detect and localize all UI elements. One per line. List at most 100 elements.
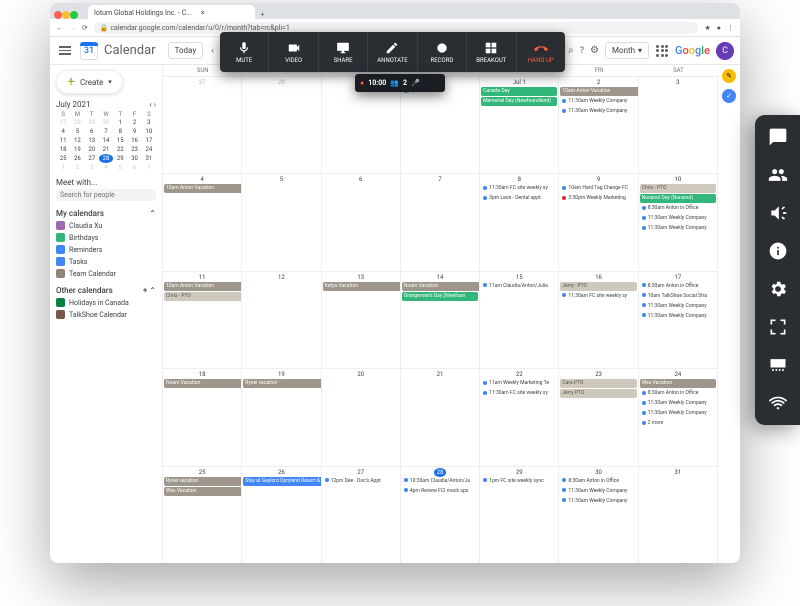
day-cell[interactable]: 410am Anton Vacation — [163, 173, 242, 270]
nav-fwd-icon[interactable]: → — [69, 24, 76, 32]
day-cell[interactable]: 7 — [401, 173, 480, 270]
event[interactable]: 10:30am Claudia/Anton/Ju — [402, 477, 478, 486]
settings-icon[interactable]: ⚙ — [590, 45, 599, 56]
mini-day[interactable]: 27 — [85, 154, 99, 163]
event[interactable]: Rynei vacation — [243, 379, 321, 388]
event[interactable]: Chris - PTO — [164, 292, 242, 301]
day-cell[interactable]: 24Wes Vacation8:30am Anton in Office11:3… — [639, 368, 718, 465]
event[interactable]: 8:30am Anton in Office — [640, 389, 716, 398]
mini-day[interactable]: 17 — [142, 136, 156, 145]
tasks-icon[interactable]: ✓ — [722, 89, 736, 103]
event[interactable]: 11:30am Weekly Company — [640, 214, 716, 223]
announce-icon[interactable] — [768, 203, 788, 223]
event[interactable]: 10am Anton Vacation — [164, 282, 242, 291]
event[interactable]: 11:30am Weekly Company — [640, 224, 716, 233]
hang up-button[interactable]: HANG UP — [517, 32, 565, 72]
event[interactable]: Jerry PTO — [560, 389, 636, 398]
calendar-checkbox[interactable] — [56, 269, 65, 278]
event[interactable]: 11:30am Weekly Company — [640, 302, 716, 311]
browser-tab[interactable]: Iotum Global Holdings Inc. - C... × — [88, 5, 255, 19]
day-cell[interactable]: 13Katya Vacation — [322, 271, 401, 368]
nav-reload-icon[interactable]: ⟳ — [82, 24, 88, 32]
day-cell[interactable]: 18Noam Vacation — [163, 368, 242, 465]
event[interactable]: Nunavut Day (Nunavut) — [640, 194, 716, 203]
day-cell[interactable]: 12 — [242, 271, 321, 368]
mac-max[interactable] — [70, 11, 78, 19]
chat-icon[interactable] — [768, 127, 788, 147]
mini-day[interactable]: 4 — [56, 127, 70, 136]
chevron-up-icon[interactable]: ⌃ — [149, 209, 156, 218]
day-cell[interactable]: 5 — [242, 173, 321, 270]
event[interactable]: 2 more — [640, 419, 716, 428]
create-button[interactable]: + Create ▾ — [56, 70, 123, 94]
event[interactable]: 1pm FC site weekly sync — [481, 477, 557, 486]
mini-day[interactable]: 30 — [99, 118, 113, 127]
view-selector[interactable]: Month ▾ — [605, 42, 649, 59]
event[interactable]: 11am Claudia/Anton/Julia — [481, 282, 557, 291]
event[interactable]: 8:30am Anton in Office — [640, 204, 716, 213]
chevron-up-icon[interactable]: ⌃ — [149, 286, 156, 295]
mini-day[interactable]: 23 — [127, 145, 141, 154]
event[interactable]: Katya Vacation — [323, 282, 401, 291]
video-button[interactable]: VIDEO — [269, 32, 318, 72]
event[interactable]: 4pm Review FCI mock ups — [402, 487, 478, 496]
help-icon[interactable]: ? — [580, 46, 584, 56]
calendar-checkbox[interactable] — [56, 245, 65, 254]
prev-month-icon[interactable]: ‹ — [209, 46, 216, 56]
search-people-input[interactable] — [56, 189, 156, 201]
extension-icon[interactable]: ★ — [704, 24, 710, 32]
tab-close-icon[interactable]: × — [201, 9, 205, 17]
mini-day[interactable]: 29 — [113, 154, 127, 163]
event[interactable]: Stay at Gaylord Opryland Resort & Conven… — [243, 477, 321, 486]
fullscreen-icon[interactable] — [768, 317, 788, 337]
mini-day[interactable]: 24 — [142, 145, 156, 154]
event[interactable]: 3:30pm Weekly Marketing — [560, 194, 636, 203]
day-cell[interactable]: 23Cara PTOJerry PTO — [559, 368, 638, 465]
mini-day[interactable]: 14 — [99, 136, 113, 145]
google-apps-icon[interactable] — [655, 44, 669, 58]
day-cell[interactable]: 3 — [639, 76, 718, 173]
main-menu-icon[interactable] — [56, 42, 74, 60]
mini-day[interactable]: 15 — [113, 136, 127, 145]
event[interactable]: 8:30am Anton in Office — [560, 477, 636, 486]
calendar-item[interactable]: Claudia Xu — [56, 221, 156, 230]
mini-day[interactable]: 1 — [56, 163, 70, 172]
day-cell[interactable]: 10Chris - PTONunavut Day (Nunavut)8:30am… — [639, 173, 718, 270]
day-cell[interactable]: Jul 1Canada DayMemorial Day (Newfoundlan… — [480, 76, 559, 173]
day-cell[interactable]: 308:30am Anton in Office11:30am Weekly C… — [559, 466, 638, 563]
mini-day[interactable]: 13 — [85, 136, 99, 145]
mini-day[interactable]: 7 — [142, 163, 156, 172]
event[interactable]: 10am Anton Vacation — [164, 184, 242, 193]
day-cell[interactable]: 2712pm Dee - Doc's Appt — [322, 466, 401, 563]
settings-icon[interactable] — [768, 279, 788, 299]
mini-day[interactable]: 7 — [99, 127, 113, 136]
event[interactable]: Chris - PTO — [640, 184, 716, 193]
mini-day[interactable]: 16 — [127, 136, 141, 145]
event[interactable]: 10am Anton Vacation — [560, 87, 638, 96]
day-cell[interactable]: 31 — [639, 466, 718, 563]
calendar-checkbox[interactable] — [56, 310, 65, 319]
today-button[interactable]: Today — [168, 42, 204, 59]
mini-day[interactable]: 5 — [70, 127, 84, 136]
event[interactable]: Orangemen's Day (Newfoun — [402, 292, 478, 301]
event[interactable]: 11:30am Weekly Company — [640, 399, 716, 408]
event[interactable]: Rynei vacation — [164, 477, 242, 486]
mini-day[interactable]: 1 — [113, 118, 127, 127]
day-cell[interactable]: 811:30am FC site weekly sy3pm Leon - Den… — [480, 173, 559, 270]
mini-day[interactable]: 10 — [142, 127, 156, 136]
event[interactable]: Noam Vacation — [402, 282, 480, 291]
profile-icon[interactable]: ● — [717, 24, 721, 32]
day-cell[interactable]: 210am Anton Vacation11:30am Weekly Compa… — [559, 76, 638, 173]
mini-day[interactable]: 3 — [85, 163, 99, 172]
event[interactable]: Canada Day — [481, 87, 557, 96]
calendar-checkbox[interactable] — [56, 257, 65, 266]
chrome-menu-icon[interactable]: ⋮ — [727, 24, 734, 32]
wifi-icon[interactable] — [768, 393, 788, 413]
mini-day[interactable]: 12 — [70, 136, 84, 145]
event[interactable]: 11am Weekly Marketing Te — [481, 379, 557, 388]
new-tab-btn[interactable]: + — [255, 11, 271, 19]
event[interactable]: Jerry - PTO — [560, 282, 636, 291]
info-icon[interactable] — [768, 241, 788, 261]
calendar-checkbox[interactable] — [56, 233, 65, 242]
event[interactable]: 10am TalkShoe Social Stra — [640, 292, 716, 301]
